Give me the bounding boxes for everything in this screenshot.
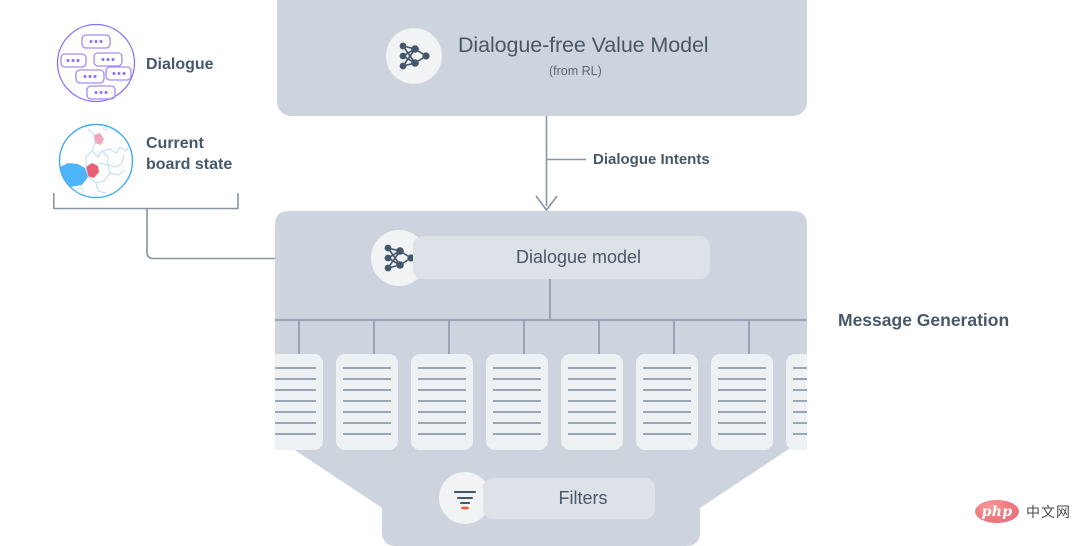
- section-label-message-generation: Message Generation: [838, 310, 1010, 330]
- dialogue-model-pill[interactable]: Dialogue model: [413, 236, 710, 279]
- speech-bubbles-icon: [56, 23, 136, 103]
- filters-label: Filters: [558, 488, 608, 508]
- filters-pill[interactable]: Filters: [483, 478, 655, 519]
- watermark: php 中文网: [975, 500, 1071, 523]
- dialogue-model-label: Dialogue model: [515, 247, 642, 267]
- source-label-dialogue: Dialogue: [146, 56, 214, 73]
- edge-label-dialogue-intents: Dialogue Intents: [593, 151, 710, 168]
- value-model-panel: [277, 0, 807, 116]
- map-board-icon: [58, 123, 134, 199]
- source-label-board-state: Current board state: [146, 135, 233, 173]
- value-model-title: Dialogue-free Value Model: [458, 33, 709, 57]
- neural-network-icon: [386, 28, 442, 84]
- watermark-suffix: 中文网: [1026, 504, 1071, 521]
- watermark-php-logo: php: [975, 500, 1019, 523]
- value-model-subtitle: (from RL): [549, 64, 602, 78]
- diagram-canvas: Dialogue-free Value Model (from RL) Dial…: [0, 0, 1080, 546]
